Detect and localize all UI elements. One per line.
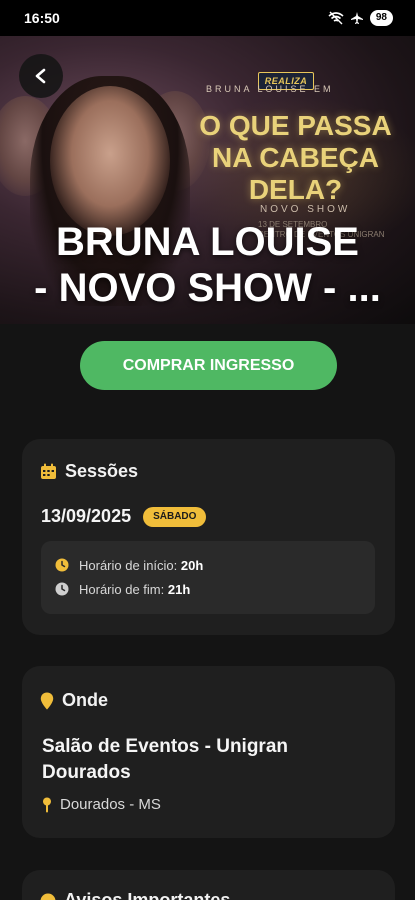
end-time-row: Horário de fim: 21h bbox=[55, 577, 361, 601]
session-date: 13/09/2025 bbox=[41, 506, 132, 526]
where-title: Onde bbox=[62, 690, 109, 710]
poster-title: O QUE PASSA NA CABEÇA DELA? bbox=[199, 110, 392, 205]
clock-icon bbox=[55, 558, 69, 572]
status-time: 16:50 bbox=[24, 10, 60, 26]
start-time-text: Horário de início: 20h bbox=[79, 558, 203, 573]
wifi-off-icon bbox=[328, 11, 344, 25]
end-time-value: 21h bbox=[167, 581, 191, 597]
back-button[interactable] bbox=[19, 54, 63, 98]
sessions-header: Sessões bbox=[40, 461, 138, 482]
day-badge: SÁBADO bbox=[143, 506, 207, 527]
end-time-label: Horário de fim: bbox=[79, 581, 168, 597]
end-time-text: Horário de fim: 21h bbox=[79, 582, 190, 597]
notices-card: Avisos Importantes bbox=[22, 870, 395, 900]
poster-subtitle: NOVO SHOW bbox=[260, 204, 351, 215]
battery-indicator: 98 bbox=[369, 10, 393, 26]
calendar-icon bbox=[41, 463, 56, 479]
sessions-card: Sessões 13/09/2025 SÁBADO Horário de iní… bbox=[22, 439, 395, 635]
start-time-label: Horário de início: bbox=[79, 557, 181, 573]
where-header: Onde bbox=[40, 690, 108, 711]
sessions-title: Sessões bbox=[65, 461, 139, 481]
event-title-line2: - NOVO SHOW - ... bbox=[34, 266, 381, 310]
notices-header: Avisos Importantes bbox=[40, 890, 230, 900]
where-card: Onde Salão de Eventos - Unigran Dourados… bbox=[22, 666, 395, 838]
event-title: BRUNA LOUISE - NOVO SHOW - ... bbox=[0, 219, 415, 311]
poster-face-main bbox=[50, 86, 170, 236]
clock-icon bbox=[55, 582, 69, 596]
event-title-line1: BRUNA LOUISE bbox=[56, 220, 359, 264]
city-text: Dourados - MS bbox=[60, 796, 161, 813]
pin-marker-icon bbox=[43, 797, 51, 812]
venue-city: Dourados - MS bbox=[42, 796, 161, 813]
airplane-icon bbox=[350, 12, 363, 24]
start-time-row: Horário de início: 20h bbox=[55, 553, 361, 577]
venue-name: Salão de Eventos - Unigran Dourados bbox=[42, 736, 288, 783]
session-date-row: 13/09/2025 SÁBADO bbox=[41, 506, 207, 527]
location-pin-icon bbox=[40, 692, 54, 709]
start-time-value: 20h bbox=[180, 557, 204, 573]
back-arrow-icon bbox=[35, 68, 46, 84]
buy-ticket-button[interactable]: COMPRAR INGRESSO bbox=[80, 341, 337, 390]
poster-small-text: BRUNA LOUISE EM bbox=[206, 84, 334, 94]
status-bar: 16:50 98 bbox=[0, 0, 415, 36]
session-times: Horário de início: 20h Horário de fim: 2… bbox=[41, 541, 375, 614]
notices-title: Avisos Importantes bbox=[64, 890, 231, 900]
warning-icon bbox=[40, 893, 56, 900]
status-icons: 98 bbox=[328, 10, 393, 26]
